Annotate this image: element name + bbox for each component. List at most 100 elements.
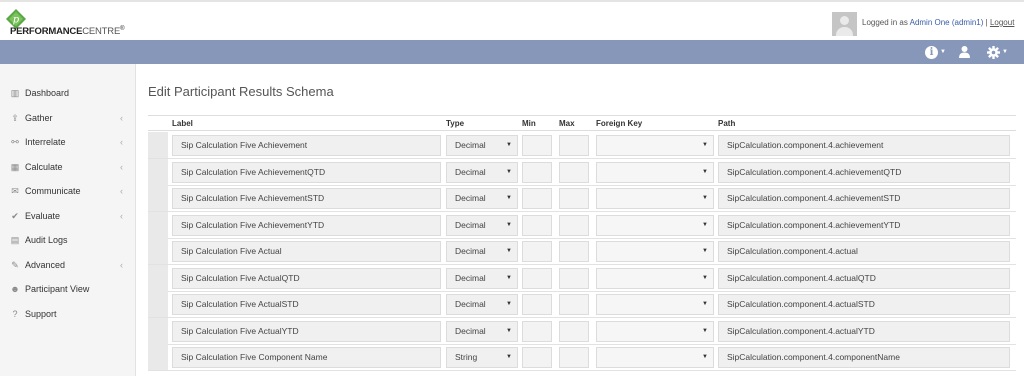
type-select[interactable]: Decimal ▼ [446,241,518,262]
label-input[interactable]: Sip Calculation Five ActualSTD [172,294,441,315]
label-input[interactable]: Sip Calculation Five Component Name [172,347,441,368]
row-drag-handle[interactable] [148,317,168,344]
type-select[interactable]: Decimal ▼ [446,188,518,209]
row-drag-handle[interactable] [148,158,168,185]
max-input[interactable] [559,135,589,156]
path-input[interactable]: SipCalculation.component.4.achievement [718,135,1010,156]
settings-menu-button[interactable]: ▼ [987,44,1008,60]
foreign-key-select[interactable]: ▼ [596,214,714,236]
min-input[interactable] [522,135,552,156]
sidebar-item-label: Dashboard [25,88,70,98]
chevron-left-icon: ‹ [120,186,123,196]
row-drag-handle[interactable] [148,344,168,370]
type-select[interactable]: Decimal ▼ [446,135,518,156]
sidebar-item-dashboard[interactable]: ▥ Dashboard [0,81,135,105]
gear-icon [987,45,1000,59]
row-drag-handle[interactable] [148,132,168,158]
label-input[interactable]: Sip Calculation Five ActualQTD [172,267,441,289]
logout-link[interactable]: Logout [990,18,1014,27]
table-row: Sip Calculation Five Actual Decimal ▼ ▼ SipC… [148,238,1016,265]
min-input[interactable] [522,214,552,236]
max-input[interactable] [559,241,589,262]
label-input[interactable]: Sip Calculation Five AchievementYTD [172,214,441,236]
max-input[interactable] [559,294,589,315]
sidebar-item-communicate[interactable]: ✉ Communicate ‹ [0,179,135,203]
column-header-path: Path [718,119,736,128]
user-name-link[interactable]: Admin One (admin1) [910,18,984,27]
chevron-left-icon: ‹ [120,113,123,123]
foreign-key-select[interactable]: ▼ [596,320,714,342]
type-select-value: Decimal [455,246,486,256]
type-select[interactable]: String ▼ [446,347,518,368]
user-menu-button[interactable] [958,44,971,60]
foreign-key-select[interactable]: ▼ [596,188,714,209]
login-info: Logged in as Admin One (admin1) | Logout [862,18,1015,27]
caret-down-icon: ▼ [506,327,512,334]
foreign-key-select[interactable]: ▼ [596,267,714,289]
min-input[interactable] [522,294,552,315]
path-input[interactable]: SipCalculation.component.4.actual [718,241,1010,262]
path-input[interactable]: SipCalculation.component.4.actualSTD [718,294,1010,315]
label-input[interactable]: Sip Calculation Five ActualYTD [172,320,441,342]
user-icon [959,45,970,58]
row-drag-handle[interactable] [148,264,168,291]
sidebar-item-gather[interactable]: ⇪ Gather ‹ [0,106,135,130]
type-select[interactable]: Decimal ▼ [446,294,518,315]
row-drag-handle[interactable] [148,185,168,211]
path-input[interactable]: SipCalculation.component.4.actualYTD [718,320,1010,342]
min-input[interactable] [522,188,552,209]
sidebar-item-calculate[interactable]: ▦ Calculate ‹ [0,155,135,179]
sidebar-item-support[interactable]: ? Support [0,302,135,326]
column-header-min: Min [522,119,536,128]
sidebar-item-audit-logs[interactable]: ▤ Audit Logs [0,228,135,252]
label-input[interactable]: Sip Calculation Five Achievement [172,135,441,156]
foreign-key-select[interactable]: ▼ [596,347,714,368]
performance-centre-logo[interactable]: p PERFORMANCECENTRE® [6,9,146,37]
min-input[interactable] [522,320,552,342]
max-input[interactable] [559,320,589,342]
row-drag-handle[interactable] [148,291,168,317]
max-input[interactable] [559,188,589,209]
table-row: Sip Calculation Five ActualYTD Decimal ▼ ▼ S… [148,317,1016,345]
type-select-value: Decimal [455,193,486,203]
foreign-key-select[interactable]: ▼ [596,135,714,156]
caret-down-icon: ▼ [702,168,708,175]
label-input[interactable]: Sip Calculation Five Actual [172,241,441,262]
label-input[interactable]: Sip Calculation Five AchievementQTD [172,161,441,183]
path-input[interactable]: SipCalculation.component.4.achievementST… [718,188,1010,209]
row-drag-handle[interactable] [148,238,168,264]
sidebar-item-interrelate[interactable]: ⚯ Interrelate ‹ [0,130,135,154]
row-drag-handle[interactable] [148,211,168,238]
column-header-max: Max [559,119,575,128]
type-select[interactable]: Decimal ▼ [446,267,518,289]
sidebar-item-label: Gather [25,113,53,123]
min-input[interactable] [522,241,552,262]
foreign-key-select[interactable]: ▼ [596,294,714,315]
max-input[interactable] [559,347,589,368]
max-input[interactable] [559,214,589,236]
max-input[interactable] [559,161,589,183]
info-menu-button[interactable]: i ▼ [925,44,946,60]
min-input[interactable] [522,161,552,183]
path-input[interactable]: SipCalculation.component.4.componentName [718,347,1010,368]
sidebar-item-label: Interrelate [25,137,66,147]
sidebar-item-advanced[interactable]: ✎ Advanced ‹ [0,253,135,277]
sidebar-item-participant-view[interactable]: ☻ Participant View [0,277,135,301]
foreign-key-select[interactable]: ▼ [596,241,714,262]
path-input[interactable]: SipCalculation.component.4.achievementQT… [718,161,1010,183]
max-input[interactable] [559,267,589,289]
path-input[interactable]: SipCalculation.component.4.actualQTD [718,267,1010,289]
user-avatar[interactable] [832,12,857,36]
table-icon: ▦ [10,161,20,172]
sidebar-item-evaluate[interactable]: ✔ Evaluate ‹ [0,204,135,228]
type-select[interactable]: Decimal ▼ [446,161,518,183]
type-select[interactable]: Decimal ▼ [446,214,518,236]
caret-down-icon: ▼ [506,142,512,148]
path-input[interactable]: SipCalculation.component.4.achievementYT… [718,214,1010,236]
type-select[interactable]: Decimal ▼ [446,320,518,342]
caret-down-icon: ▼ [506,168,512,175]
foreign-key-select[interactable]: ▼ [596,161,714,183]
min-input[interactable] [522,347,552,368]
label-input[interactable]: Sip Calculation Five AchievementSTD [172,188,441,209]
min-input[interactable] [522,267,552,289]
